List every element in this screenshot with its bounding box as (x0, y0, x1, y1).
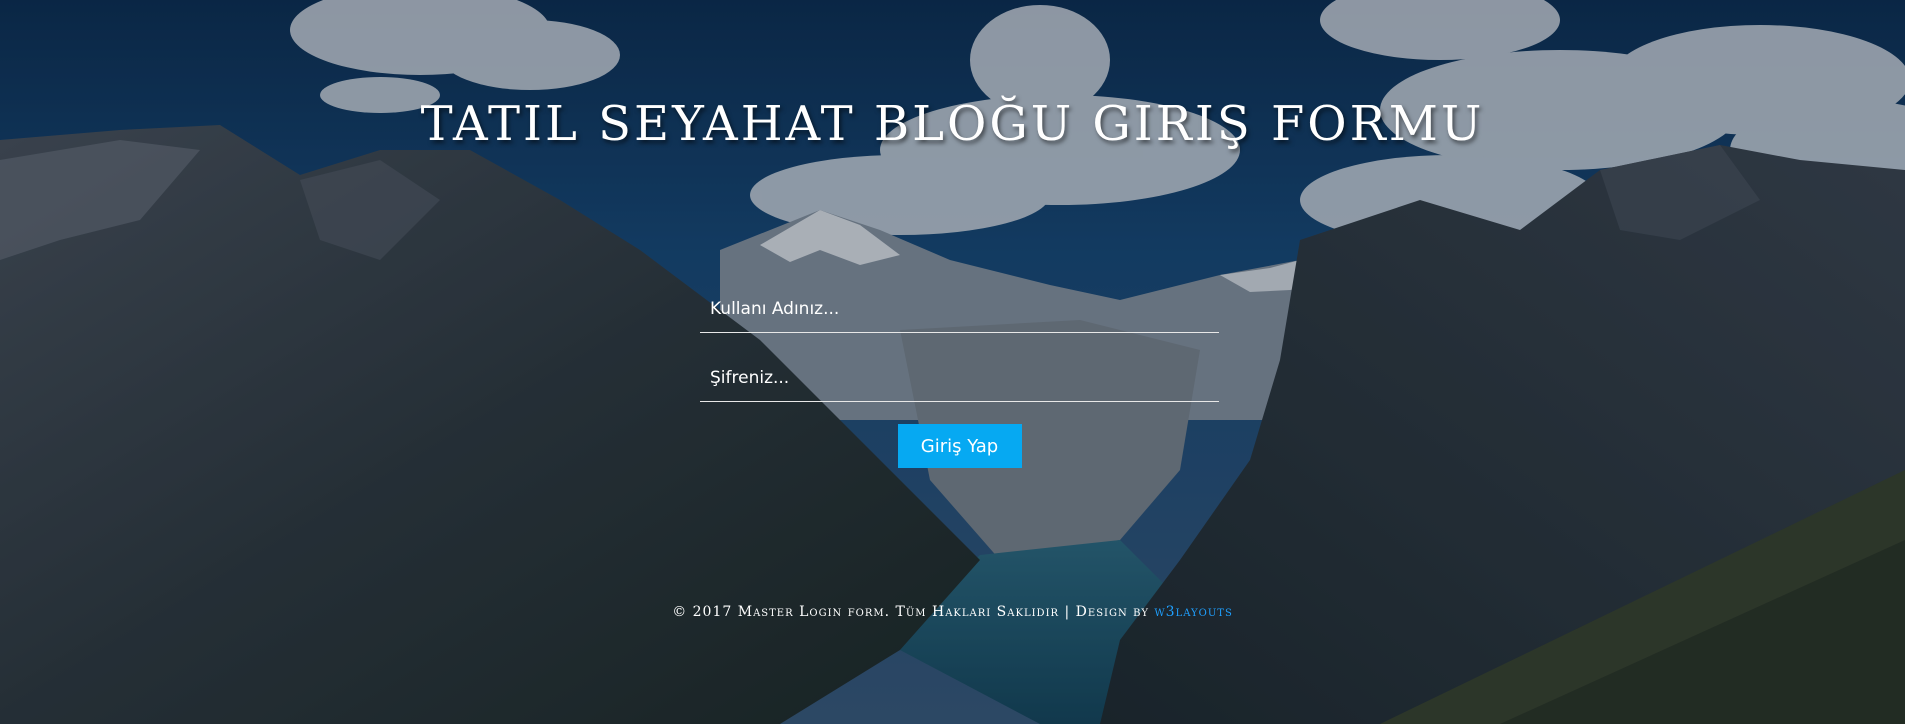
login-page: TATIL SEYAHAT BLOĞU GIRIŞ FORMU Giriş Ya… (0, 0, 1905, 724)
footer: © 2017 Master Login form. Tüm Hakları Sa… (0, 604, 1905, 620)
login-button[interactable]: Giriş Yap (897, 424, 1022, 468)
password-input[interactable] (700, 355, 1219, 402)
footer-link-w3layouts[interactable]: w3layouts (1154, 604, 1232, 620)
username-input[interactable] (700, 286, 1219, 333)
page-title: TATIL SEYAHAT BLOĞU GIRIŞ FORMU (420, 96, 1485, 152)
submit-row: Giriş Yap (700, 424, 1219, 468)
login-form: Giriş Yap (700, 286, 1220, 468)
footer-copyright: © 2017 Master Login form. Tüm Hakları Sa… (672, 604, 1155, 620)
